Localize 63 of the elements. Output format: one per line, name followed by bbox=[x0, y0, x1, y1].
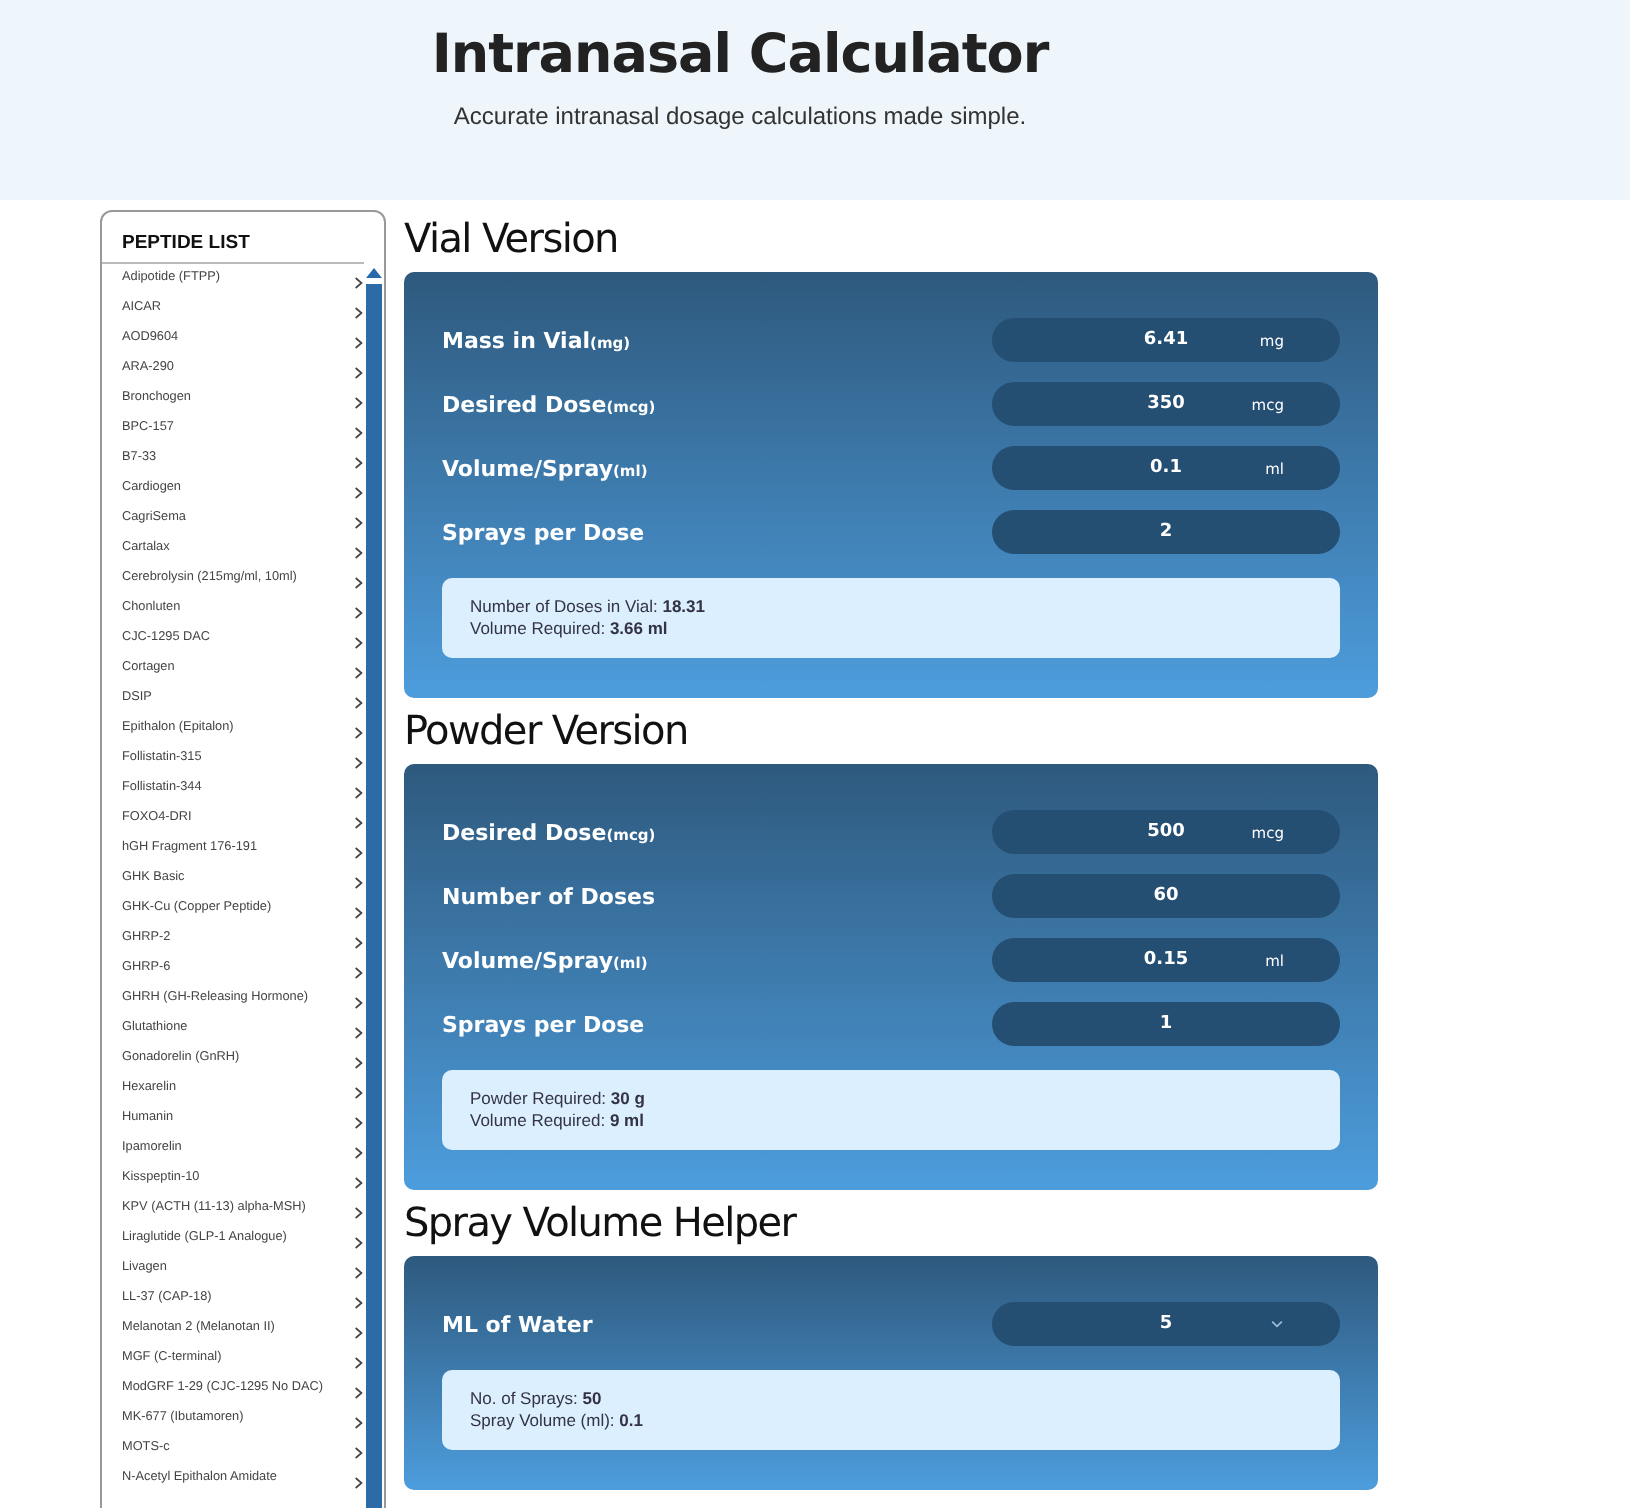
section-title: Spray Volume Helper bbox=[404, 1198, 799, 1246]
chevron-right-icon bbox=[354, 1146, 364, 1160]
chevron-right-icon bbox=[354, 696, 364, 710]
result-line: No. of Sprays: 50 bbox=[470, 1388, 604, 1410]
chevron-right-icon bbox=[354, 1236, 364, 1250]
number-input[interactable]: 1 bbox=[992, 1002, 1340, 1046]
result-line: Volume Required: 9 ml bbox=[470, 1110, 646, 1132]
result-line: Spray Volume (ml): 0.1 bbox=[470, 1410, 645, 1432]
chevron-right-icon bbox=[354, 1266, 364, 1280]
field-label: ML of Water bbox=[442, 1311, 593, 1337]
chevron-right-icon bbox=[354, 1296, 364, 1310]
chevron-right-icon bbox=[354, 456, 364, 470]
peptide-list-title: PEPTIDE LIST bbox=[102, 212, 364, 264]
chevron-right-icon bbox=[354, 636, 364, 650]
caret-down-icon bbox=[1270, 1320, 1284, 1328]
page-subtitle: Accurate intranasal dosage calculations made simple. bbox=[453, 102, 1027, 130]
chevron-right-icon bbox=[354, 516, 364, 530]
result-line: Powder Required: 30 g bbox=[470, 1088, 647, 1110]
chevron-right-icon bbox=[354, 1416, 364, 1430]
chevron-right-icon bbox=[354, 366, 364, 380]
chevron-right-icon bbox=[354, 1326, 364, 1340]
chevron-right-icon bbox=[354, 876, 364, 890]
scroll-up-arrow-icon[interactable] bbox=[365, 268, 381, 278]
chevron-right-icon bbox=[354, 1386, 364, 1400]
chevron-right-icon bbox=[354, 1476, 364, 1490]
chevron-right-icon bbox=[354, 1086, 364, 1100]
chevron-right-icon bbox=[354, 816, 364, 830]
chevron-right-icon bbox=[354, 1116, 364, 1130]
chevron-right-icon bbox=[354, 486, 364, 500]
chevron-right-icon bbox=[354, 756, 364, 770]
page-title: Intranasal Calculator bbox=[431, 24, 1049, 86]
field-label: Sprays per Dose bbox=[442, 519, 645, 545]
chevron-right-icon bbox=[354, 1206, 364, 1220]
field-label: Sprays per Dose bbox=[442, 1011, 645, 1037]
chevron-right-icon bbox=[354, 606, 364, 620]
chevron-right-icon bbox=[354, 1446, 364, 1460]
number-input[interactable]: 2 bbox=[992, 510, 1340, 554]
chevron-right-icon bbox=[354, 1356, 364, 1370]
section-title: Powder Version bbox=[404, 706, 690, 754]
chevron-right-icon bbox=[354, 666, 364, 680]
chevron-right-icon bbox=[354, 276, 364, 290]
result-line: Volume Required: 3.66 ml bbox=[470, 618, 670, 640]
chevron-right-icon bbox=[354, 906, 364, 920]
chevron-right-icon bbox=[354, 1176, 364, 1190]
dropdown-select[interactable]: 5 bbox=[992, 1302, 1340, 1346]
chevron-right-icon bbox=[354, 1026, 364, 1040]
chevron-right-icon bbox=[354, 936, 364, 950]
chevron-right-icon bbox=[354, 426, 364, 440]
chevron-right-icon bbox=[354, 786, 364, 800]
chevron-right-icon bbox=[354, 336, 364, 350]
field-label: Number of Doses bbox=[442, 883, 656, 909]
chevron-right-icon bbox=[354, 306, 364, 320]
chevron-right-icon bbox=[354, 966, 364, 980]
result-line: Number of Doses in Vial: 18.31 bbox=[470, 596, 707, 618]
chevron-right-icon bbox=[354, 726, 364, 740]
chevron-right-icon bbox=[354, 396, 364, 410]
chevron-right-icon bbox=[354, 576, 364, 590]
chevron-right-icon bbox=[354, 1056, 364, 1070]
section-title: Vial Version bbox=[404, 214, 620, 262]
number-input[interactable]: 60 bbox=[992, 874, 1340, 918]
chevron-right-icon bbox=[354, 546, 364, 560]
chevron-right-icon bbox=[354, 846, 364, 860]
chevron-right-icon bbox=[354, 996, 364, 1010]
